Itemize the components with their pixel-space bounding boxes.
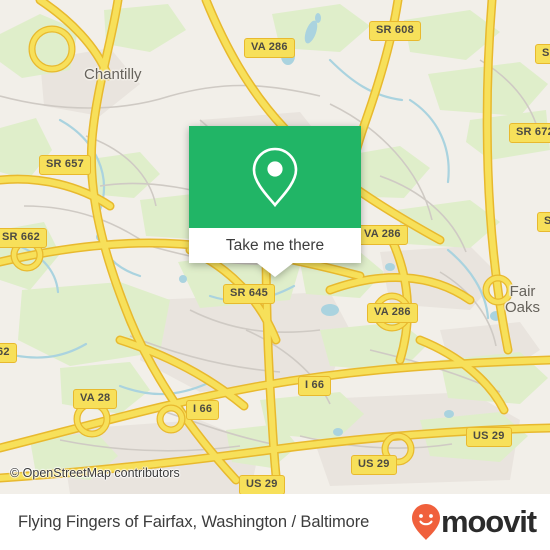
road-shield-sr-672[interactable]: SR 672 <box>509 123 550 143</box>
road-shield-i-66-left[interactable]: I 66 <box>186 400 220 420</box>
road-shield-sr-645[interactable]: SR 645 <box>223 284 275 304</box>
map-screenshot: Chantilly Fair Oaks VA 286 SR 608 SR SR … <box>0 0 550 550</box>
moovit-brand[interactable]: moovit <box>411 503 537 541</box>
place-label-fair-oaks: Fair Oaks <box>505 284 540 316</box>
road-shield-sr-608[interactable]: SR 608 <box>369 21 421 41</box>
road-shield-va-286-top[interactable]: VA 286 <box>244 38 295 58</box>
road-shield-va-286-lower[interactable]: VA 286 <box>367 303 418 323</box>
road-shield-va-286-mid[interactable]: VA 286 <box>357 225 408 245</box>
moovit-wordmark: moovit <box>440 504 537 539</box>
footer-bar: Flying Fingers of Fairfax, Washington / … <box>0 494 550 550</box>
take-me-there-callout[interactable]: Take me there <box>189 126 361 277</box>
moovit-smiley-pin-icon <box>411 503 441 541</box>
road-shield-sr-657[interactable]: SR 657 <box>39 155 91 175</box>
callout-tail-pointer <box>257 263 293 277</box>
take-me-there-label: Take me there <box>225 236 325 254</box>
map-canvas[interactable]: Chantilly Fair Oaks VA 286 SR 608 SR SR … <box>0 0 550 494</box>
road-shield-us-29-left[interactable]: US 29 <box>351 455 397 475</box>
road-shield-sr-662[interactable]: SR 662 <box>0 228 47 248</box>
road-shield-sr-right-edge-top[interactable]: SR <box>535 44 550 64</box>
callout-action-panel[interactable]: Take me there <box>189 228 361 263</box>
place-label-fair-oaks-line1: Fair <box>509 283 536 300</box>
road-shield-i-66-right[interactable]: I 66 <box>298 376 332 396</box>
road-shield-us-29-right[interactable]: US 29 <box>466 427 512 447</box>
road-shield-us-29-bottom[interactable]: US 29 <box>239 475 285 494</box>
location-title: Flying Fingers of Fairfax, Washington / … <box>18 512 370 531</box>
map-pin-icon <box>249 145 301 209</box>
callout-icon-panel <box>189 126 361 228</box>
osm-attribution[interactable]: © OpenStreetMap contributors <box>10 466 180 480</box>
road-shield-sr-662-left-edge[interactable]: 62 <box>0 343 17 363</box>
road-shield-sr-right-edge-mid[interactable]: SR <box>537 212 550 232</box>
road-shield-va-28[interactable]: VA 28 <box>73 389 118 409</box>
place-label-fair-oaks-line2: Oaks <box>505 298 541 316</box>
place-label-chantilly: Chantilly <box>84 66 142 83</box>
